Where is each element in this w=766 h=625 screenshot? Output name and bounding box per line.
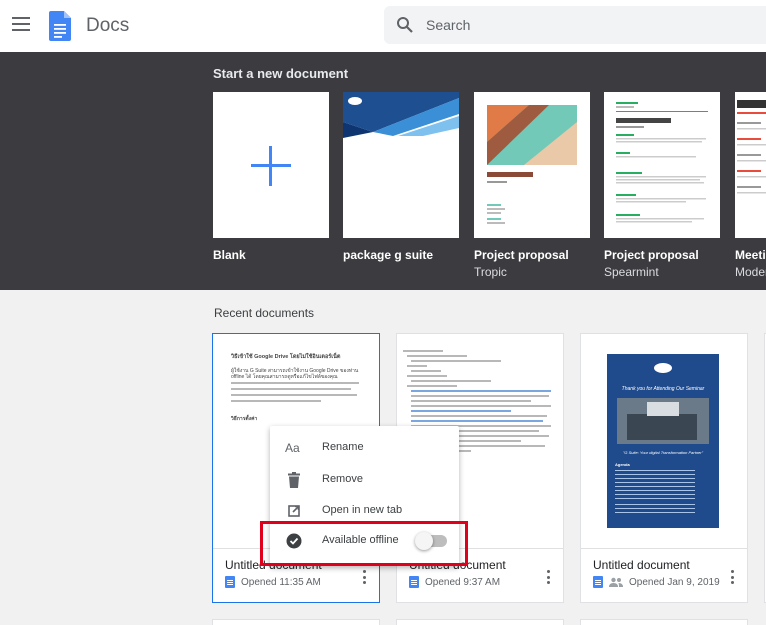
template-project-proposal-tropic[interactable]: Project proposal Tropic <box>474 92 590 279</box>
template-thumbnail[interactable] <box>474 92 590 238</box>
template-preview-graphic <box>616 102 708 223</box>
document-opened: Opened 9:37 AM <box>425 576 501 588</box>
template-project-proposal-spearmint[interactable]: Project proposal Spearmint <box>604 92 720 279</box>
template-name[interactable]: Project proposal <box>604 248 720 262</box>
trash-icon <box>288 472 300 488</box>
document-meta: Opened 9:37 AM <box>409 576 500 588</box>
search-input[interactable] <box>426 15 756 35</box>
thumbnail-line <box>231 394 357 396</box>
flyer-agenda: Agenda <box>615 462 630 467</box>
template-package-g-suite[interactable]: package g suite <box>343 92 459 262</box>
main-menu-icon[interactable] <box>12 17 30 31</box>
template-subtitle[interactable]: Spearmint <box>604 265 720 279</box>
menu-item-available-offline[interactable]: Available offline <box>270 525 459 557</box>
toggle-knob[interactable] <box>415 532 433 550</box>
more-options-icon[interactable] <box>731 570 735 584</box>
search-icon[interactable] <box>396 16 414 34</box>
template-meeting-notes[interactable]: Meetin Moder <box>735 92 766 279</box>
more-options-icon[interactable] <box>363 570 367 584</box>
thumbnail-line <box>411 415 547 417</box>
menu-item-open-new-tab[interactable]: Open in new tab <box>270 495 459 527</box>
document-opened: Opened 11:35 AM <box>241 576 321 588</box>
thumbnail-line <box>407 385 457 387</box>
docs-logo-icon[interactable] <box>49 11 71 41</box>
template-gallery-title: Start a new document <box>213 66 349 81</box>
thumbnail-line <box>411 400 531 402</box>
doc-file-icon <box>225 576 235 588</box>
menu-item-label: Remove <box>322 473 363 485</box>
offline-toggle[interactable] <box>415 532 447 550</box>
template-name[interactable]: Blank <box>213 248 329 262</box>
document-opened: Opened Jan 9, 2019 <box>629 576 720 588</box>
template-gallery: Start a new document Blank package g sui… <box>0 52 766 290</box>
template-preview-graphic <box>487 105 577 224</box>
thumbnail-line <box>403 350 443 352</box>
flyer-agenda-lines <box>615 470 695 471</box>
more-options-icon[interactable] <box>547 570 551 584</box>
template-name[interactable]: Meetin <box>735 248 766 262</box>
menu-item-label: Open in new tab <box>322 504 403 516</box>
thumbnail-footer: วิธีการตั้งค่า <box>231 416 258 422</box>
thumbnail-line <box>411 405 551 407</box>
thumbnail-line <box>407 355 467 357</box>
document-context-menu: Aa Rename Remove Open in new tab Availab… <box>270 426 459 566</box>
recent-documents-title: Recent documents <box>214 306 315 320</box>
menu-item-label: Rename <box>322 441 364 453</box>
template-preview-graphic <box>343 92 459 138</box>
rename-icon: Aa <box>285 441 300 455</box>
document-title[interactable]: Untitled document <box>593 558 690 572</box>
seminar-photo <box>617 398 709 444</box>
template-preview-graphic <box>737 100 766 194</box>
template-thumbnail[interactable] <box>735 92 766 238</box>
app-name[interactable]: Docs <box>86 15 129 37</box>
thumbnail-line <box>411 395 549 397</box>
thumbnail-line <box>411 390 551 392</box>
thumbnail-line <box>411 360 501 362</box>
thumbnail-line <box>411 380 491 382</box>
template-thumbnail[interactable] <box>213 92 329 238</box>
open-new-tab-icon <box>288 505 300 517</box>
document-card[interactable] <box>580 619 748 625</box>
thumbnail-body: ผู้ใช้งาน G Suite สามารถเข้าใช้งาน Googl… <box>231 368 359 380</box>
document-meta: Opened Jan 9, 2019 <box>593 576 720 588</box>
document-card[interactable] <box>212 619 380 625</box>
template-name[interactable]: Project proposal <box>474 248 590 262</box>
doc-file-icon <box>409 576 419 588</box>
thumbnail-line <box>411 420 543 422</box>
thumbnail-line <box>411 370 441 372</box>
offline-check-icon <box>286 533 302 549</box>
template-subtitle[interactable]: Tropic <box>474 265 590 279</box>
template-thumbnail[interactable] <box>343 92 459 238</box>
menu-item-remove[interactable]: Remove <box>270 464 459 496</box>
shared-people-icon <box>609 577 623 587</box>
cloud-logo-icon <box>654 363 672 373</box>
menu-item-rename[interactable]: Aa Rename <box>270 432 459 464</box>
template-subtitle[interactable]: Moder <box>735 265 766 279</box>
flyer-heading: Thank you for Attending Our Seminar <box>621 386 705 392</box>
thumbnail-line <box>411 410 511 412</box>
thumbnail-line <box>231 382 359 384</box>
plus-icon <box>251 146 291 186</box>
doc-file-icon <box>593 576 603 588</box>
document-card[interactable]: Thank you for Attending Our Seminar "G S… <box>580 333 748 603</box>
top-bar: Docs <box>0 0 766 52</box>
thumbnail-line <box>231 400 321 402</box>
template-thumbnail[interactable] <box>604 92 720 238</box>
thumbnail-heading: วิธีเข้าใช้ Google Drive โดยไม่ใช้อินเตอ… <box>231 354 341 360</box>
menu-item-label: Available offline <box>322 534 399 546</box>
svg-text:Aa: Aa <box>285 441 300 455</box>
thumbnail-line <box>231 388 351 390</box>
document-thumbnail[interactable]: Thank you for Attending Our Seminar "G S… <box>581 334 747 549</box>
flyer-subheading: "G Suite: Your digital Transformation Pa… <box>622 450 704 455</box>
template-name[interactable]: package g suite <box>343 248 459 262</box>
thumbnail-line <box>407 375 447 377</box>
search-box[interactable] <box>384 6 766 44</box>
seminar-flyer: Thank you for Attending Our Seminar "G S… <box>607 354 719 528</box>
thumbnail-line <box>407 365 427 367</box>
document-meta: Opened 11:35 AM <box>225 576 321 588</box>
template-blank[interactable]: Blank <box>213 92 329 262</box>
document-card[interactable] <box>396 619 564 625</box>
